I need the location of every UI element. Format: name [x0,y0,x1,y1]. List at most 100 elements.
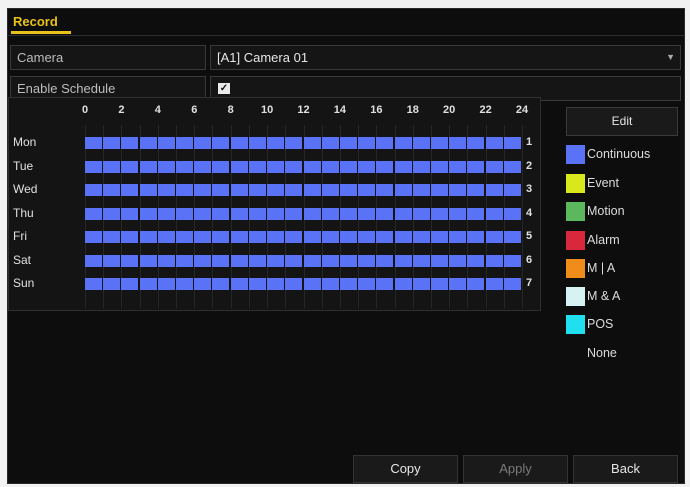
schedule-segment[interactable] [358,184,376,196]
day-schedule-bar[interactable] [78,184,521,196]
schedule-segment[interactable] [376,231,394,243]
apply-button[interactable]: Apply [463,455,568,483]
schedule-segment[interactable] [176,207,194,220]
day-schedule-bar[interactable] [78,231,521,243]
schedule-segment[interactable] [449,184,467,196]
schedule-segment[interactable] [430,137,448,149]
schedule-segment[interactable] [157,254,175,267]
schedule-segment[interactable] [467,278,485,290]
schedule-segment[interactable] [394,231,412,243]
schedule-segment[interactable] [248,160,266,173]
day-schedule-bar[interactable] [78,207,521,220]
schedule-segment[interactable] [339,184,357,196]
schedule-segment[interactable] [412,254,430,267]
schedule-segment[interactable] [230,278,248,290]
schedule-segment[interactable] [267,184,285,196]
schedule-segment[interactable] [103,184,121,196]
copy-button[interactable]: Copy [353,455,458,483]
schedule-segment[interactable] [285,137,303,149]
schedule-segment[interactable] [321,254,339,267]
schedule-segment[interactable] [121,137,139,149]
schedule-segment[interactable] [430,160,448,173]
schedule-segment[interactable] [285,160,303,173]
schedule-segment[interactable] [503,184,521,196]
schedule-segment[interactable] [212,184,230,196]
schedule-segment[interactable] [412,231,430,243]
schedule-segment[interactable] [430,278,448,290]
schedule-segment[interactable] [103,254,121,267]
schedule-segment[interactable] [339,231,357,243]
schedule-segment[interactable] [267,278,285,290]
schedule-segment[interactable] [358,137,376,149]
schedule-segment[interactable] [139,160,157,173]
schedule-segment[interactable] [339,137,357,149]
schedule-segment[interactable] [212,231,230,243]
back-button[interactable]: Back [573,455,678,483]
schedule-segment[interactable] [449,254,467,267]
schedule-segment[interactable] [139,254,157,267]
schedule-segment[interactable] [285,184,303,196]
day-schedule-bar[interactable] [78,254,521,267]
schedule-segment[interactable] [485,254,503,267]
schedule-segment[interactable] [85,207,102,220]
schedule-segment[interactable] [503,137,521,149]
schedule-segment[interactable] [485,231,503,243]
schedule-segment[interactable] [176,137,194,149]
schedule-segment[interactable] [248,278,266,290]
schedule-segment[interactable] [121,184,139,196]
schedule-segment[interactable] [285,254,303,267]
schedule-segment[interactable] [358,278,376,290]
schedule-segment[interactable] [485,278,503,290]
schedule-segment[interactable] [339,254,357,267]
schedule-segment[interactable] [467,207,485,220]
schedule-segment[interactable] [248,207,266,220]
schedule-segment[interactable] [139,231,157,243]
schedule-segment[interactable] [485,184,503,196]
schedule-segment[interactable] [303,231,321,243]
schedule-segment[interactable] [285,231,303,243]
schedule-segment[interactable] [176,254,194,267]
schedule-segment[interactable] [394,254,412,267]
day-schedule-bar[interactable] [78,160,521,173]
schedule-segment[interactable] [176,184,194,196]
schedule-segment[interactable] [485,207,503,220]
schedule-segment[interactable] [303,278,321,290]
camera-select[interactable]: [A1] Camera 01 ▼ [210,45,681,70]
schedule-segment[interactable] [430,254,448,267]
schedule-segment[interactable] [467,160,485,173]
schedule-segment[interactable] [157,184,175,196]
schedule-segment[interactable] [285,278,303,290]
schedule-segment[interactable] [194,184,212,196]
schedule-segment[interactable] [103,207,121,220]
schedule-segment[interactable] [103,160,121,173]
schedule-segment[interactable] [267,254,285,267]
schedule-segment[interactable] [230,231,248,243]
schedule-segment[interactable] [85,137,102,149]
schedule-segment[interactable] [121,254,139,267]
edit-button[interactable]: Edit [566,107,678,136]
schedule-segment[interactable] [485,137,503,149]
schedule-segment[interactable] [467,254,485,267]
schedule-segment[interactable] [412,278,430,290]
schedule-segment[interactable] [394,137,412,149]
schedule-segment[interactable] [467,184,485,196]
schedule-segment[interactable] [503,207,521,220]
schedule-segment[interactable] [212,137,230,149]
enable-schedule-checkbox[interactable]: ✓ [218,83,230,94]
schedule-segment[interactable] [303,184,321,196]
schedule-segment[interactable] [176,160,194,173]
schedule-segment[interactable] [194,254,212,267]
schedule-segment[interactable] [412,207,430,220]
schedule-segment[interactable] [339,207,357,220]
schedule-segment[interactable] [248,184,266,196]
schedule-segment[interactable] [230,137,248,149]
schedule-segment[interactable] [303,137,321,149]
schedule-segment[interactable] [412,160,430,173]
schedule-segment[interactable] [449,160,467,173]
schedule-segment[interactable] [103,231,121,243]
schedule-segment[interactable] [157,207,175,220]
schedule-segment[interactable] [467,231,485,243]
schedule-segment[interactable] [212,254,230,267]
schedule-segment[interactable] [467,137,485,149]
schedule-segment[interactable] [339,278,357,290]
